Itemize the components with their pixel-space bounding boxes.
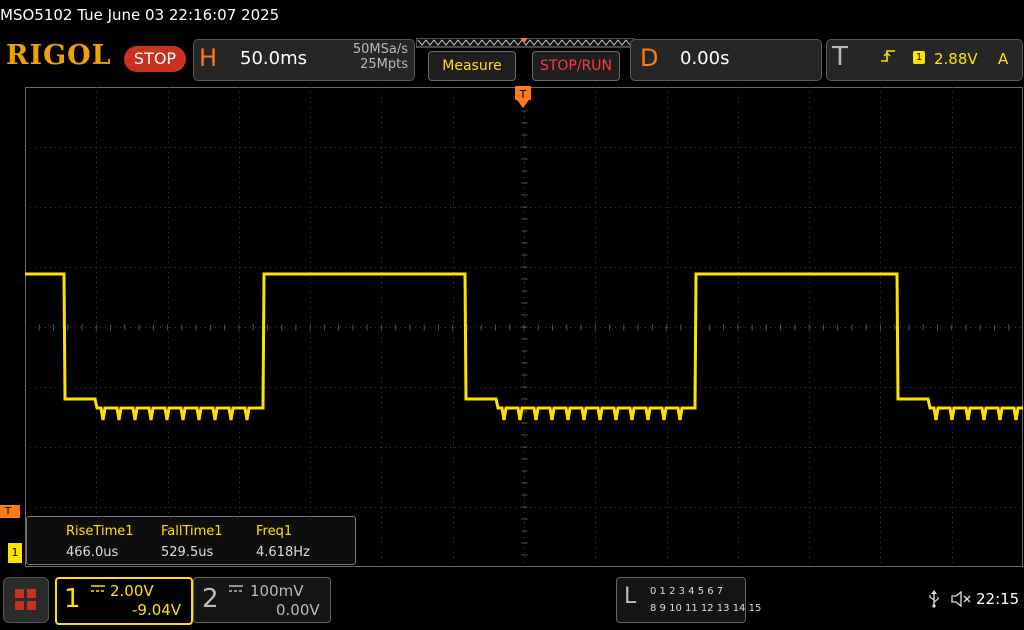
home-button[interactable] bbox=[3, 577, 49, 623]
ch1-number: 1 bbox=[64, 584, 81, 614]
trigger-position-marker[interactable]: T bbox=[515, 86, 531, 110]
trigger-level: 2.88V bbox=[934, 50, 978, 68]
grid-menu-icon bbox=[15, 589, 36, 610]
waveform-display[interactable] bbox=[25, 87, 1023, 567]
timebase-value: 50.0ms bbox=[240, 48, 307, 69]
horizontal-label: H bbox=[199, 44, 218, 72]
measurement-name: RiseTime1 bbox=[66, 524, 134, 539]
trigger-level-label: T bbox=[5, 506, 12, 517]
ch2-scale: 100mV bbox=[250, 582, 304, 600]
measurement-value: 466.0us bbox=[66, 545, 119, 560]
ch1-offset-marker[interactable]: 1 bbox=[8, 543, 22, 563]
trigger-mode: A bbox=[998, 50, 1009, 68]
logic-label: L bbox=[624, 584, 637, 609]
ch2-offset: 0.00V bbox=[276, 601, 320, 619]
rigol-logo: RIGOL bbox=[6, 40, 112, 71]
delay-value: 0.00s bbox=[680, 48, 730, 69]
ch2-number: 2 bbox=[202, 584, 219, 614]
trigger-level-marker[interactable]: T bbox=[0, 505, 20, 518]
speaker-muted-icon[interactable] bbox=[950, 590, 972, 608]
trigger-position-label: T bbox=[519, 88, 527, 101]
logic-channels-row-1: 0 1 2 3 4 5 6 7 bbox=[650, 586, 724, 597]
measure-button[interactable]: Measure bbox=[428, 51, 516, 81]
delay-label: D bbox=[640, 44, 659, 72]
memory-depth: 25Mpts bbox=[360, 57, 408, 72]
trigger-source-badge: 1 bbox=[913, 51, 925, 64]
usb-icon bbox=[929, 590, 939, 608]
dc-coupling-icon bbox=[229, 585, 243, 592]
stop-run-button[interactable]: STOP/RUN bbox=[532, 51, 620, 81]
measurement-value: 4.618Hz bbox=[256, 545, 310, 560]
system-clock: 22:15 bbox=[976, 590, 1020, 608]
dc-coupling-icon bbox=[91, 585, 105, 592]
memory-position-strip[interactable] bbox=[416, 38, 634, 48]
ch1-offset: -9.04V bbox=[132, 601, 182, 619]
measurement-name: FallTime1 bbox=[161, 524, 223, 539]
ch1-scale: 2.00V bbox=[110, 582, 154, 600]
measurement-name: Freq1 bbox=[256, 524, 293, 539]
trigger-label: T bbox=[832, 42, 848, 72]
device-title: MSO5102 Tue June 03 22:16:07 2025 bbox=[0, 6, 280, 24]
rising-edge-icon bbox=[881, 50, 895, 62]
sample-rate: 50MSa/s bbox=[352, 42, 408, 57]
logic-channels-row-2: 8 9 10 11 12 13 14 15 bbox=[650, 603, 762, 614]
sample-info: 50MSa/s 25Mpts bbox=[330, 42, 408, 72]
run-state-badge[interactable]: STOP bbox=[124, 46, 186, 72]
measurement-value: 529.5us bbox=[161, 545, 214, 560]
graticule bbox=[25, 87, 1023, 567]
